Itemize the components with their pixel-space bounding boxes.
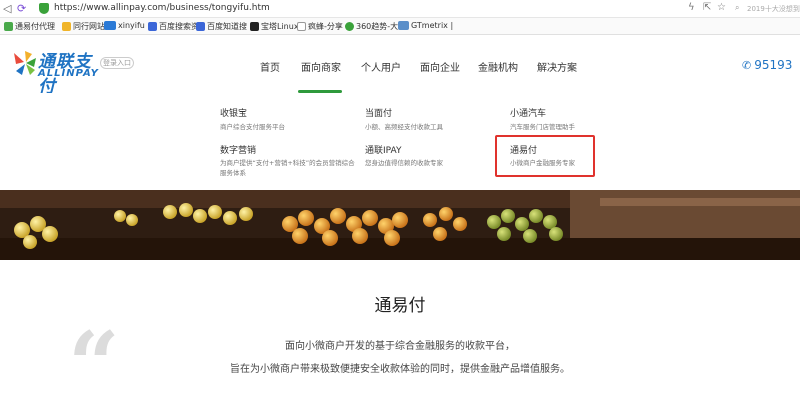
- intro-line-1: 面向小微商户开发的基于综合金融服务的收款平台，: [285, 341, 515, 352]
- trend-favicon-icon: [345, 22, 354, 31]
- menu-item-desc: 商户综合支付服务平台: [220, 123, 285, 131]
- bookmark-favicon-icon: [104, 21, 116, 30]
- menu-item-shouyinbao[interactable]: 收银宝 商户综合支付服务平台: [220, 106, 285, 132]
- site-header: 通联支付 ALLINPAY 登录入口 首页 面向商家 个人用户 面向企业 金融机…: [0, 35, 800, 97]
- secure-shield-icon: [39, 3, 49, 14]
- back-icon[interactable]: ◁: [3, 2, 11, 15]
- star-icon[interactable]: ☆: [717, 2, 726, 13]
- logo-mark-icon: [14, 51, 36, 75]
- paw-icon: [196, 22, 205, 31]
- menu-item-title: 小通汽车: [510, 109, 547, 119]
- fruit-market-illustration: [0, 190, 800, 260]
- menu-item-title: 当面付: [365, 109, 393, 119]
- share-icon[interactable]: ⇱: [703, 2, 711, 13]
- menu-item-title: 数字营销: [220, 146, 257, 156]
- folder-icon: [62, 22, 71, 31]
- search-placeholder: 2019十大没想到: [747, 5, 800, 13]
- page-icon: [297, 22, 306, 31]
- bookmark-item[interactable]: 同行网站: [62, 21, 105, 32]
- bookmark-item[interactable]: 百度知道搜: [196, 21, 247, 32]
- bookmarks-bar: 通易付代理 同行网站 xinyifu 百度搜索资 百度知道搜 宝塔Linux 疯…: [0, 18, 800, 35]
- search-icon: ⌕: [735, 3, 740, 12]
- bookmark-item[interactable]: 宝塔Linux: [250, 21, 299, 32]
- nav-for-enterprise[interactable]: 面向企业: [420, 59, 460, 74]
- menu-item-title: 通联IPAY: [365, 146, 402, 156]
- bookmark-item[interactable]: xinyifu: [104, 21, 145, 30]
- login-entry-button[interactable]: 登录入口: [100, 57, 134, 69]
- reload-icon[interactable]: ⟳: [17, 2, 26, 15]
- bookmark-item[interactable]: 通易付代理: [4, 21, 55, 32]
- allinpay-logo[interactable]: 通联支付 ALLINPAY: [12, 47, 102, 97]
- bookmark-item[interactable]: 百度搜索资: [148, 21, 199, 32]
- section-title: 通易付: [374, 296, 426, 316]
- hero-banner-image: [0, 190, 800, 260]
- nav-financial-institutions[interactable]: 金融机构: [478, 59, 518, 74]
- lightning-icon[interactable]: ϟ: [688, 2, 695, 13]
- nav-home[interactable]: 首页: [260, 59, 280, 74]
- gt-favicon-icon: [398, 21, 409, 30]
- bookmark-favicon-icon: [4, 22, 13, 31]
- bookmark-item[interactable]: 360趋势-大: [345, 21, 398, 32]
- phone-icon: ✆: [742, 59, 752, 72]
- menu-item-title: 收银宝: [220, 109, 248, 119]
- browser-address-bar: ◁ ⟳ https://www.allinpay.com/business/to…: [0, 0, 800, 18]
- merchant-dropdown-menu: 收银宝 商户综合支付服务平台 当面付 小额、高频经支付收款工具 小通汽车 汽车服…: [0, 93, 800, 190]
- menu-item-desc: 为商户提供“支付+营销+科技”的会员营销综合: [220, 159, 355, 167]
- url-field[interactable]: https://www.allinpay.com/business/tongyi…: [54, 3, 270, 13]
- hotline: ✆ 95193: [742, 58, 792, 72]
- menu-item-desc-line2: 服务体系: [220, 169, 246, 177]
- logo-english-text: ALLINPAY: [38, 68, 99, 79]
- menu-item-digital-marketing[interactable]: 数字营销 为商户提供“支付+营销+科技”的会员营销综合 服务体系: [220, 143, 355, 178]
- product-intro-section: 通易付 “ 面向小微商户开发的基于综合金融服务的收款平台， 旨在为小微商户带来极…: [0, 260, 800, 410]
- menu-item-tonglian-ipay[interactable]: 通联IPAY 您身边值得信赖的收款专家: [365, 143, 443, 168]
- menu-item-desc: 您身边值得信赖的收款专家: [365, 159, 443, 167]
- nav-solutions[interactable]: 解决方案: [537, 59, 577, 74]
- intro-line-2: 旨在为小微商户带来极致便捷安全收款体验的同时，提供金融产品增值服务。: [230, 364, 570, 375]
- bt-favicon-icon: [250, 22, 259, 31]
- menu-item-dangmianfu[interactable]: 当面付 小额、高频经支付收款工具: [365, 106, 443, 132]
- paw-icon: [148, 22, 157, 31]
- menu-item-desc: 汽车服务门店管理助手: [510, 123, 575, 131]
- menu-item-xiaotong-auto[interactable]: 小通汽车 汽车服务门店管理助手: [510, 106, 575, 132]
- bookmark-item[interactable]: 疯蜂-分享: [297, 21, 343, 32]
- bookmark-item[interactable]: GTmetrix |: [398, 21, 453, 30]
- highlight-annotation-box: [495, 135, 595, 177]
- hotline-number: 95193: [754, 58, 793, 72]
- nav-for-merchants[interactable]: 面向商家: [301, 59, 341, 74]
- nav-personal-users[interactable]: 个人用户: [361, 59, 401, 74]
- browser-search-box[interactable]: ⌕ 2019十大没想到: [735, 3, 800, 15]
- menu-item-desc: 小额、高频经支付收款工具: [365, 123, 443, 131]
